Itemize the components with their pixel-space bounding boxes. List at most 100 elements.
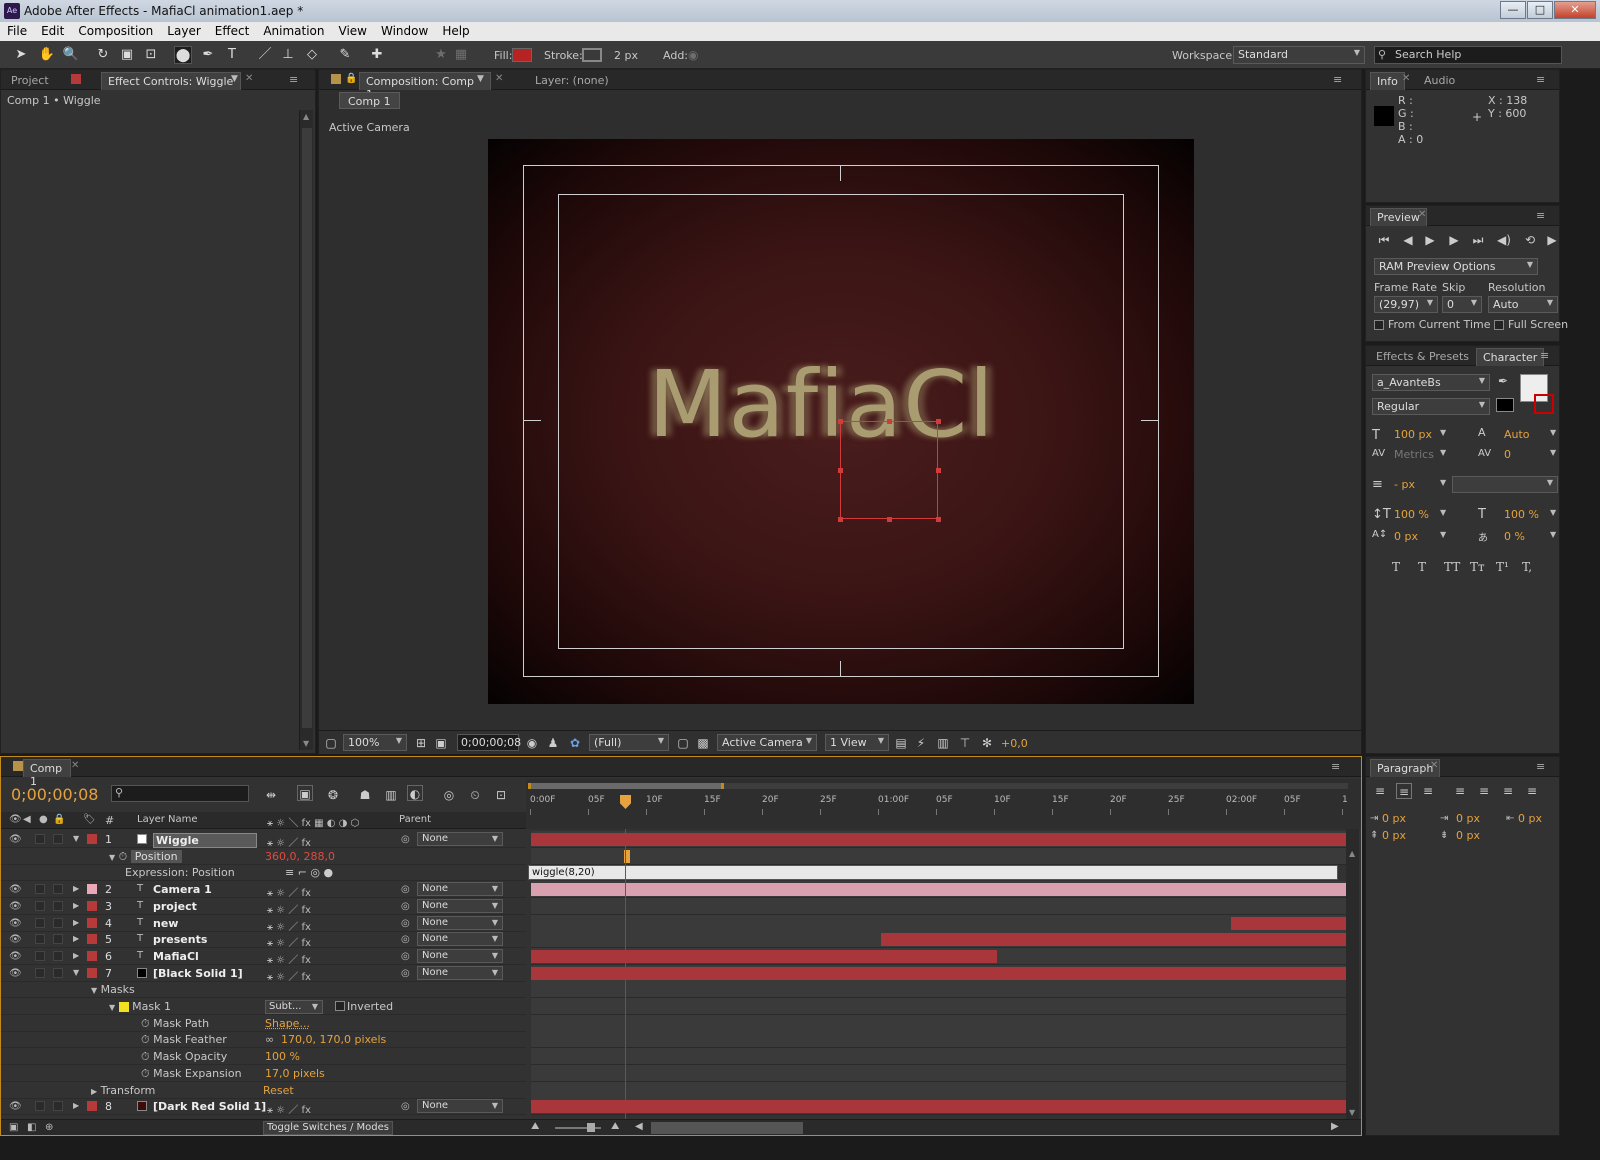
close-tab-icon[interactable]: ✕: [71, 760, 79, 771]
parent-select[interactable]: None: [417, 915, 503, 930]
snapshot-icon[interactable]: ◉: [524, 735, 540, 751]
twirl-closed-icon[interactable]: ▶: [73, 884, 79, 893]
layer-name[interactable]: [Black Solid 1]: [153, 967, 243, 980]
track-row[interactable]: [531, 914, 1346, 932]
track-row[interactable]: [531, 1081, 1346, 1099]
expression-row[interactable]: Expression: Position ≡ ⌐ ◎ ●: [1, 864, 526, 882]
close-tab-icon[interactable]: ✕: [245, 73, 253, 84]
tab-character[interactable]: Character: [1476, 348, 1545, 366]
layer-row[interactable]: 👁 ▶ 3 T project ⚹ ☼ ／ fx ◎ None: [1, 898, 526, 916]
mask-opacity-value[interactable]: 100 %: [265, 1050, 300, 1063]
space-after-value[interactable]: 0 px: [1456, 829, 1480, 842]
eye-icon[interactable]: 👁: [9, 901, 22, 912]
pickwhip-icon[interactable]: ◎: [401, 968, 410, 979]
work-area-bar[interactable]: [528, 783, 1348, 789]
align-left-icon[interactable]: ≡: [1372, 783, 1388, 799]
mask-vertex[interactable]: [936, 517, 941, 522]
timeline-scrollbar[interactable]: ▲ ▼: [1346, 829, 1359, 1119]
solo-toggle[interactable]: [35, 917, 45, 928]
solo-toggle[interactable]: [35, 900, 45, 911]
frame-rate-select[interactable]: (29,97): [1374, 296, 1438, 313]
chevron-down-icon[interactable]: ▼: [1550, 448, 1556, 457]
space-before-value[interactable]: 0 px: [1382, 829, 1406, 842]
layer-duration-bar[interactable]: [881, 933, 1346, 947]
mask-path-value[interactable]: Shape...: [265, 1017, 310, 1030]
roto-brush-tool-icon[interactable]: ✎: [336, 46, 354, 64]
mask-vertex[interactable]: [936, 468, 941, 473]
skip-select[interactable]: 0: [1442, 296, 1482, 313]
mask-visibility-icon[interactable]: ▣: [433, 735, 449, 751]
scroll-right-icon[interactable]: ▶: [1331, 1121, 1339, 1132]
menu-edit[interactable]: Edit: [34, 22, 71, 38]
kerning-value[interactable]: Metrics: [1394, 448, 1434, 461]
stopwatch-icon[interactable]: ⏱: [141, 1067, 150, 1080]
constrain-proportions-icon[interactable]: ∞: [265, 1033, 274, 1046]
twirl-open-icon[interactable]: ▼: [109, 853, 115, 862]
track-row[interactable]: [531, 1098, 1346, 1116]
track-row[interactable]: [531, 847, 1346, 865]
eye-icon[interactable]: 👁: [9, 968, 22, 979]
comp-canvas[interactable]: MafiaCl: [488, 139, 1194, 704]
pan-behind-tool-icon[interactable]: ⊡: [142, 46, 160, 64]
text-style-button[interactable]: T¹: [1496, 560, 1509, 574]
resolution-select[interactable]: Auto: [1488, 296, 1558, 313]
parent-select[interactable]: None: [417, 882, 503, 897]
timeline-horizontal-scroll-thumb[interactable]: [651, 1122, 803, 1134]
zoom-select[interactable]: 100%: [343, 734, 407, 751]
tab-audio[interactable]: Audio: [1418, 72, 1461, 90]
property-row[interactable]: ▶ Transform Reset: [1, 1082, 526, 1099]
ellipse-tool-icon[interactable]: ⬤: [174, 46, 192, 64]
label-color-swatch[interactable]: [87, 1101, 97, 1112]
justify-center-icon[interactable]: ≡: [1476, 783, 1492, 799]
canvas-text-mafiacl[interactable]: MafiaCl: [648, 351, 995, 458]
lock-toggle[interactable]: [53, 884, 63, 895]
layer-name[interactable]: project: [153, 900, 197, 913]
justify-all-icon[interactable]: ≡: [1524, 783, 1540, 799]
layer-name[interactable]: [Dark Red Solid 1]: [153, 1100, 266, 1113]
motion-blur-icon[interactable]: ◐: [407, 785, 423, 801]
menu-view[interactable]: View: [332, 22, 374, 38]
close-button[interactable]: ✕: [1554, 1, 1596, 19]
layer-row[interactable]: 👁 ▶ 8 [Dark Red Solid 1] ⚹ ☼ ／ fx ◎ None: [1, 1098, 526, 1116]
track-row[interactable]: [531, 947, 1346, 965]
fast-previews-icon[interactable]: ⚡: [913, 735, 929, 751]
property-row[interactable]: ▼ ⏱ Position 360,0, 288,0: [1, 848, 526, 865]
close-tab-icon[interactable]: ✕: [495, 73, 503, 84]
transparency-grid-icon[interactable]: ▩: [695, 735, 711, 751]
track-row[interactable]: [531, 998, 1346, 1015]
menu-layer[interactable]: Layer: [160, 22, 207, 38]
mask-vertex[interactable]: [838, 517, 843, 522]
tsume-value[interactable]: 0 %: [1504, 530, 1525, 543]
layer-row[interactable]: 👁 ▼ 7 [Black Solid 1] ⚹ ☼ ／ fx ◎ None: [1, 965, 526, 983]
eye-icon[interactable]: 👁: [9, 934, 22, 945]
solo-toggle[interactable]: [35, 884, 45, 895]
label-color-swatch[interactable]: [87, 834, 97, 844]
position-value[interactable]: 360,0, 288,0: [265, 850, 335, 863]
vertical-scale-value[interactable]: 100 %: [1394, 508, 1429, 521]
next-frame-icon[interactable]: ▶: [1446, 232, 1462, 248]
stroke-width[interactable]: 2 px: [614, 49, 638, 62]
resolution-select[interactable]: (Full): [589, 734, 669, 751]
label-color-swatch[interactable]: [87, 917, 97, 928]
twirl-closed-icon[interactable]: ▶: [73, 901, 79, 910]
panel-menu-icon[interactable]: ≡: [1540, 349, 1549, 362]
indent-left-value[interactable]: 0 px: [1382, 812, 1406, 825]
pixel-aspect-icon[interactable]: ▤: [893, 735, 909, 751]
menu-window[interactable]: Window: [374, 22, 435, 38]
twirl-open-icon[interactable]: ▼: [109, 1003, 115, 1012]
property-row[interactable]: ⏱ Mask Expansion 17,0 pixels: [1, 1065, 526, 1082]
live-update-icon[interactable]: ▣: [297, 785, 313, 801]
eye-icon[interactable]: 👁: [9, 1101, 22, 1112]
mask-vertex[interactable]: [838, 419, 843, 424]
expand-icon[interactable]: ▣: [9, 1122, 18, 1133]
eye-icon[interactable]: 👁: [9, 884, 22, 895]
in-out-icon[interactable]: ⊕: [45, 1122, 53, 1133]
close-tab-icon[interactable]: ✕: [1402, 73, 1410, 84]
layer-row[interactable]: 👁 ▶ 2 T Camera 1 ⚹ ☼ ／ fx ◎ None: [1, 881, 526, 899]
align-center-icon[interactable]: ≡: [1396, 783, 1412, 799]
black-swatch[interactable]: [1496, 398, 1514, 412]
layer-duration-bar[interactable]: [531, 966, 1346, 980]
modes-icon[interactable]: ◧: [27, 1122, 36, 1133]
workspace-select[interactable]: Standard: [1233, 46, 1365, 64]
comp-timecode[interactable]: 0;00;00;08: [457, 734, 521, 751]
